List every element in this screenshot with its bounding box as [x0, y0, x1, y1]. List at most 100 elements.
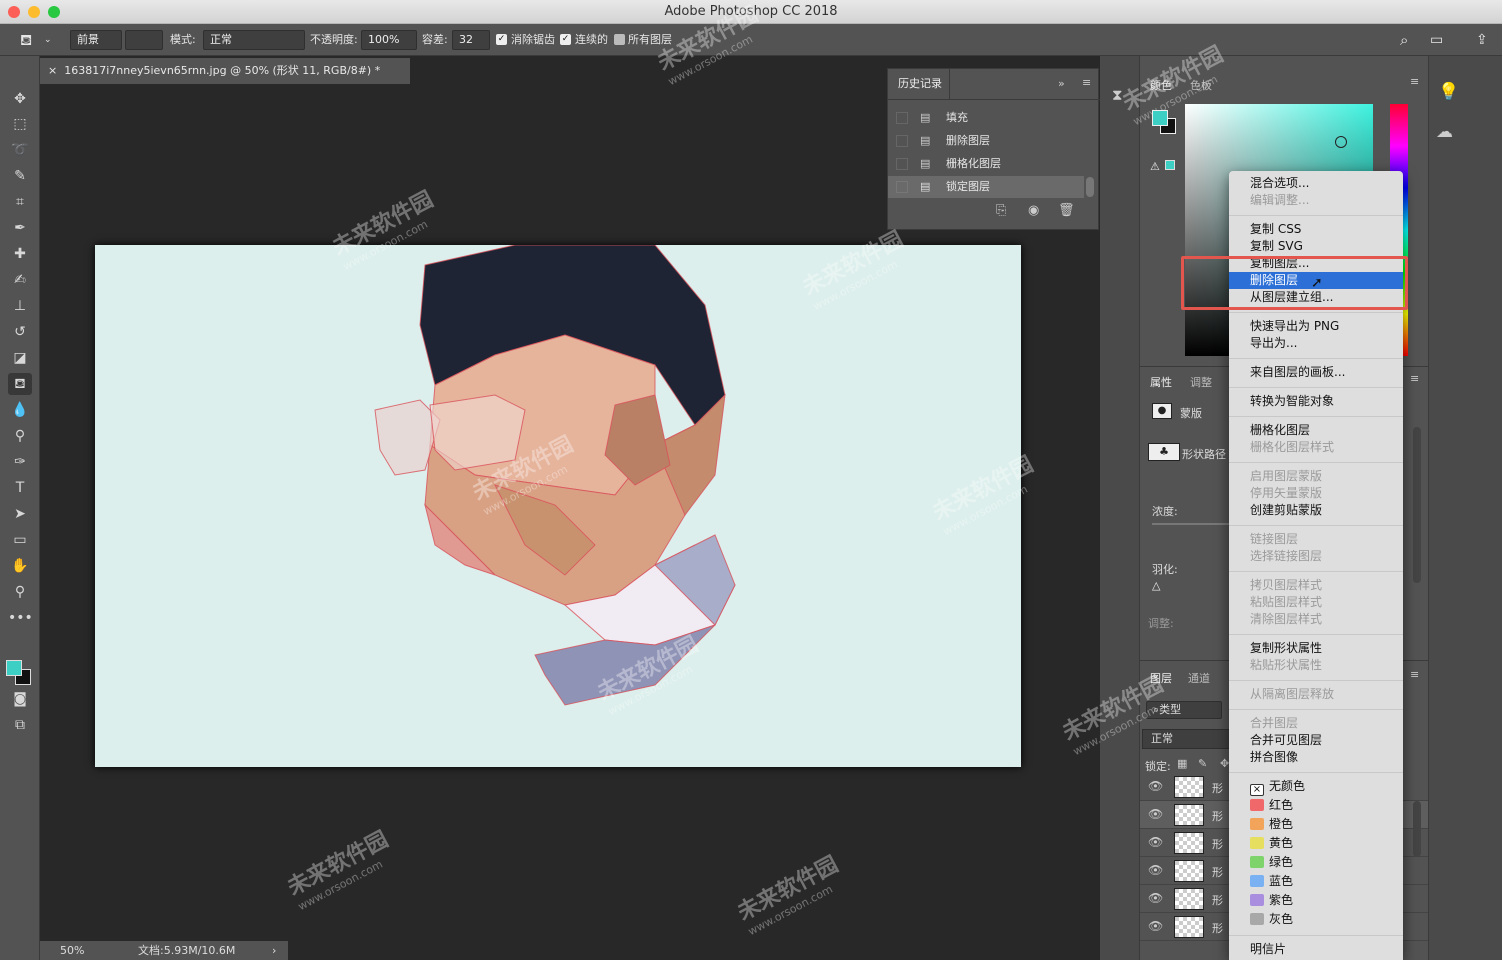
paint-bucket-tool-icon[interactable]: ⛾	[8, 373, 32, 395]
eye-icon[interactable]: 👁	[1148, 779, 1163, 793]
path-select-tool-icon[interactable]: ➤	[8, 503, 32, 525]
close-window-button[interactable]	[8, 6, 20, 18]
dodge-tool-icon[interactable]: ⚲	[8, 425, 32, 447]
crop-tool-icon[interactable]: ⌗	[8, 191, 32, 213]
close-icon[interactable]: ×	[48, 64, 57, 77]
lock-transparent-icon[interactable]: ▦	[1177, 757, 1187, 770]
screen-mode-icon[interactable]: ⧉	[8, 714, 32, 736]
menu-item-color-blue[interactable]: 蓝色	[1229, 873, 1403, 890]
menu-item-clear-layer-style[interactable]: 清除图层样式	[1229, 611, 1403, 628]
lasso-tool-icon[interactable]: ➰	[8, 139, 32, 161]
web-safe-swatch[interactable]	[1165, 160, 1175, 170]
menu-item-rasterize-layer-style[interactable]: 栅格化图层样式	[1229, 439, 1403, 456]
paint-bucket-icon[interactable]: ⛾	[20, 30, 32, 50]
zoom-level[interactable]: 50%	[60, 941, 84, 960]
tab-history[interactable]: 历史记录	[888, 69, 950, 99]
mask-icon[interactable]: ●	[1152, 403, 1172, 419]
menu-item-postcard[interactable]: 明信片	[1229, 941, 1403, 958]
foreground-color-swatch[interactable]	[6, 660, 22, 676]
menu-item-rasterize-layer[interactable]: 栅格化图层	[1229, 422, 1403, 439]
brush-tool-icon[interactable]: ✍	[8, 269, 32, 291]
scrollbar[interactable]	[1413, 427, 1421, 583]
tab-channels[interactable]: 通道	[1188, 670, 1210, 686]
share-icon[interactable]: ⇪	[1476, 30, 1488, 50]
vector-mask-thumbnail[interactable]: ♣	[1148, 443, 1180, 461]
menu-item-enable-layer-mask[interactable]: 启用图层蒙版	[1229, 468, 1403, 485]
menu-item-copy-svg[interactable]: 复制 SVG	[1229, 238, 1403, 255]
quick-mask-icon[interactable]: ◙	[8, 688, 32, 710]
camera-icon[interactable]: ◉	[1028, 203, 1039, 218]
menu-item-color-orange[interactable]: 橙色	[1229, 816, 1403, 833]
eye-icon[interactable]: 👁	[1148, 863, 1163, 877]
document-tab[interactable]: × 163817i7nney5ievn65rnn.jpg @ 50% (形状 1…	[40, 58, 410, 84]
contiguous-checkbox[interactable]: ✓	[560, 34, 571, 45]
fill-source-select[interactable]: 前景	[70, 30, 122, 50]
foreground-color-swatch[interactable]	[1152, 110, 1168, 126]
menu-item-color-yellow[interactable]: 黄色	[1229, 835, 1403, 852]
menu-item-color-red[interactable]: 红色	[1229, 797, 1403, 814]
menu-item-merge-layers[interactable]: 合并图层	[1229, 715, 1403, 732]
lock-move-icon[interactable]: ✥	[1220, 757, 1229, 770]
feather-slider-handle-icon[interactable]: △	[1152, 579, 1160, 592]
panel-menu-icon[interactable]: ≡	[1410, 372, 1419, 385]
color-picker-cursor[interactable]	[1335, 136, 1347, 148]
density-slider[interactable]	[1152, 523, 1232, 525]
panel-menu-icon[interactable]: ≡	[1410, 75, 1419, 88]
history-brush-tool-icon[interactable]: ↺	[8, 321, 32, 343]
eraser-tool-icon[interactable]: ◪	[8, 347, 32, 369]
tab-properties[interactable]: 属性	[1150, 374, 1172, 390]
history-item[interactable]: ▤ 删除图层	[888, 130, 1084, 152]
eyedropper-tool-icon[interactable]: ✒	[8, 217, 32, 239]
menu-item-color-gray[interactable]: 灰色	[1229, 911, 1403, 928]
eye-icon[interactable]: 👁	[1148, 835, 1163, 849]
panel-menu-icon[interactable]: ≡	[1082, 76, 1091, 89]
menu-item-merge-visible[interactable]: 合并可见图层	[1229, 732, 1403, 749]
type-tool-icon[interactable]: T	[8, 477, 32, 499]
quick-select-tool-icon[interactable]: ✎	[8, 165, 32, 187]
eye-icon[interactable]: 👁	[1148, 807, 1163, 821]
pattern-picker[interactable]	[125, 30, 163, 50]
menu-item-link-layers[interactable]: 链接图层	[1229, 531, 1403, 548]
history-item-selected[interactable]: ▤ 锁定图层	[888, 176, 1084, 198]
menu-item-color-green[interactable]: 绿色	[1229, 854, 1403, 871]
new-document-icon[interactable]: ⎘	[996, 203, 1006, 218]
menu-item-copy-css[interactable]: 复制 CSS	[1229, 221, 1403, 238]
menu-item-disable-vector-mask[interactable]: 停用矢量蒙版	[1229, 485, 1403, 502]
search-icon[interactable]: ⌕	[1400, 30, 1408, 50]
menu-item-blending-options[interactable]: 混合选项...	[1229, 175, 1403, 192]
move-tool-icon[interactable]: ✥	[8, 88, 32, 110]
tolerance-input[interactable]: 32	[452, 30, 490, 50]
menu-item-artboard-from-layers[interactable]: 来自图层的画板...	[1229, 364, 1403, 381]
libraries-icon[interactable]: ☁	[1436, 122, 1453, 142]
eye-icon[interactable]: 👁	[1148, 919, 1163, 933]
opacity-input[interactable]: 100%	[361, 30, 417, 50]
mode-select[interactable]: 正常	[203, 30, 305, 50]
workspace-icon[interactable]: ▭	[1430, 30, 1443, 50]
panel-menu-icon[interactable]: ≡	[1410, 668, 1419, 681]
more-tools-icon[interactable]: •••	[8, 607, 33, 629]
menu-item-copy-shape-attributes[interactable]: 复制形状属性	[1229, 640, 1403, 657]
rectangle-tool-icon[interactable]: ▭	[8, 529, 32, 551]
menu-item-copy-layer-style[interactable]: 拷贝图层样式	[1229, 577, 1403, 594]
history-checkbox[interactable]	[896, 112, 908, 124]
chevron-down-icon[interactable]: ⌄	[44, 30, 52, 50]
minimize-window-button[interactable]	[28, 6, 40, 18]
collapse-icon[interactable]: »	[1058, 77, 1065, 90]
scrollbar[interactable]	[1086, 177, 1094, 197]
pen-tool-icon[interactable]: ✑	[8, 451, 32, 473]
history-checkbox[interactable]	[896, 158, 908, 170]
menu-item-quick-export-png[interactable]: 快速导出为 PNG	[1229, 318, 1403, 335]
hand-tool-icon[interactable]: ✋	[8, 555, 32, 577]
menu-item-create-clipping-mask[interactable]: 创建剪贴蒙版	[1229, 502, 1403, 519]
stamp-tool-icon[interactable]: ⊥	[8, 295, 32, 317]
menu-item-export-as[interactable]: 导出为...	[1229, 335, 1403, 352]
chevron-right-icon[interactable]: ›	[272, 941, 276, 960]
menu-item-select-linked-layers[interactable]: 选择链接图层	[1229, 548, 1403, 565]
menu-item-paste-shape-attributes[interactable]: 粘贴形状属性	[1229, 657, 1403, 674]
canvas[interactable]	[95, 244, 1021, 767]
trash-icon[interactable]: 🗑	[1058, 203, 1075, 218]
healing-tool-icon[interactable]: ✚	[8, 243, 32, 265]
history-item[interactable]: ▤ 填充	[888, 107, 1084, 129]
marquee-tool-icon[interactable]: ⬚	[8, 113, 32, 135]
history-checkbox[interactable]	[896, 135, 908, 147]
